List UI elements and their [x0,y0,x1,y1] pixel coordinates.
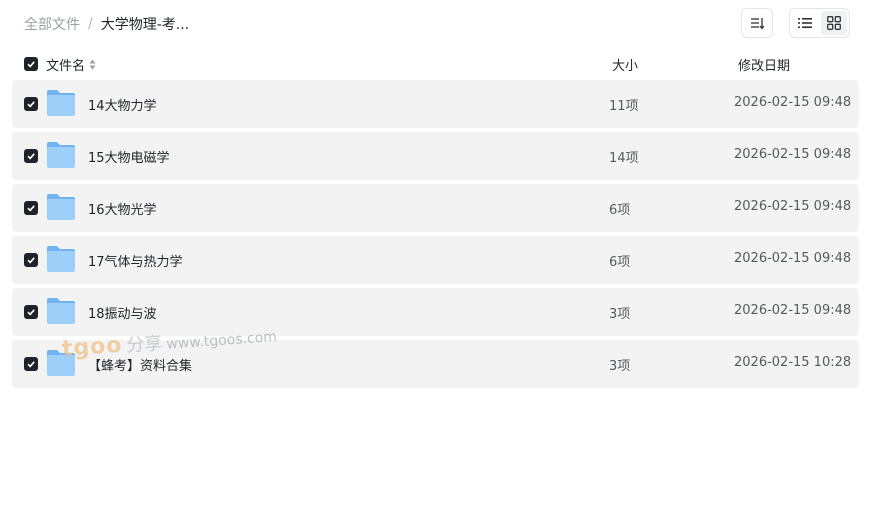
file-date: 2026-02-15 09:48 [734,303,852,318]
name-column-header[interactable]: 文件名 [46,55,96,74]
file-size: 3项 [609,307,631,322]
row-checkbox[interactable] [24,253,38,267]
breadcrumb-root-link[interactable]: 全部文件 [24,14,80,34]
select-all-checkbox[interactable] [24,57,38,71]
breadcrumb-current: 大学物理-考... [100,17,190,33]
list-view-button[interactable] [792,11,819,35]
date-column-header[interactable]: 修改日期 [738,55,790,74]
folder-icon [47,142,75,168]
check-icon [27,361,35,368]
sort-list-icon [751,18,764,30]
file-date: 2026-02-15 09:48 [734,199,852,214]
file-date: 2026-02-15 09:48 [734,95,852,110]
file-date: 2026-02-15 09:48 [734,251,852,266]
row-checkbox[interactable] [24,357,38,371]
file-size: 14项 [609,151,639,166]
view-toggle [789,8,850,38]
row-checkbox[interactable] [24,149,38,163]
file-name[interactable]: 17气体与热力学 [88,251,183,270]
folder-icon [47,298,75,324]
grid-view-icon [826,16,841,30]
folder-icon [47,194,75,220]
row-checkbox[interactable] [24,201,38,215]
folder-icon [47,246,75,272]
file-list-header: 文件名 大小 修改日期 [24,54,854,74]
row-checkbox[interactable] [24,97,38,111]
breadcrumb: 全部文件 / 大学物理-考... [24,14,189,34]
file-row[interactable]: 14大物力学 11项 2026-02-15 09:48 [12,80,859,128]
file-row[interactable]: 16大物光学 6项 2026-02-15 09:48 [12,184,859,232]
file-list: 14大物力学 11项 2026-02-15 09:48 15大物电磁学 14项 … [12,80,859,392]
grid-view-button[interactable] [820,11,847,35]
folder-icon [47,90,75,116]
sort-button[interactable] [741,8,773,38]
check-icon [27,205,35,212]
file-name[interactable]: 18振动与波 [88,303,157,322]
row-checkbox[interactable] [24,305,38,319]
file-size: 6项 [609,255,631,270]
sort-arrows-icon[interactable] [89,59,96,70]
size-column-header[interactable]: 大小 [612,55,638,74]
check-icon [27,309,35,316]
check-icon [27,101,35,108]
file-name[interactable]: 14大物力学 [88,95,157,114]
file-size: 3项 [609,359,631,374]
check-icon [27,257,35,264]
file-name[interactable]: 16大物光学 [88,199,157,218]
name-column-label: 文件名 [46,59,86,74]
file-row[interactable]: 【蜂考】资料合集 3项 2026-02-15 10:28 [12,340,859,388]
file-size: 6项 [609,203,631,218]
check-icon [27,61,35,68]
file-size: 11项 [609,99,639,114]
file-row[interactable]: 15大物电磁学 14项 2026-02-15 09:48 [12,132,859,180]
file-date: 2026-02-15 10:28 [734,355,852,370]
file-row[interactable]: 17气体与热力学 6项 2026-02-15 09:48 [12,236,859,284]
breadcrumb-separator: / [88,16,93,32]
check-icon [27,153,35,160]
file-row[interactable]: 18振动与波 3项 2026-02-15 09:48 [12,288,859,336]
file-name[interactable]: 15大物电磁学 [88,147,170,166]
list-view-icon [798,18,813,28]
file-date: 2026-02-15 09:48 [734,147,852,162]
file-name[interactable]: 【蜂考】资料合集 [88,355,192,374]
folder-icon [47,350,75,376]
